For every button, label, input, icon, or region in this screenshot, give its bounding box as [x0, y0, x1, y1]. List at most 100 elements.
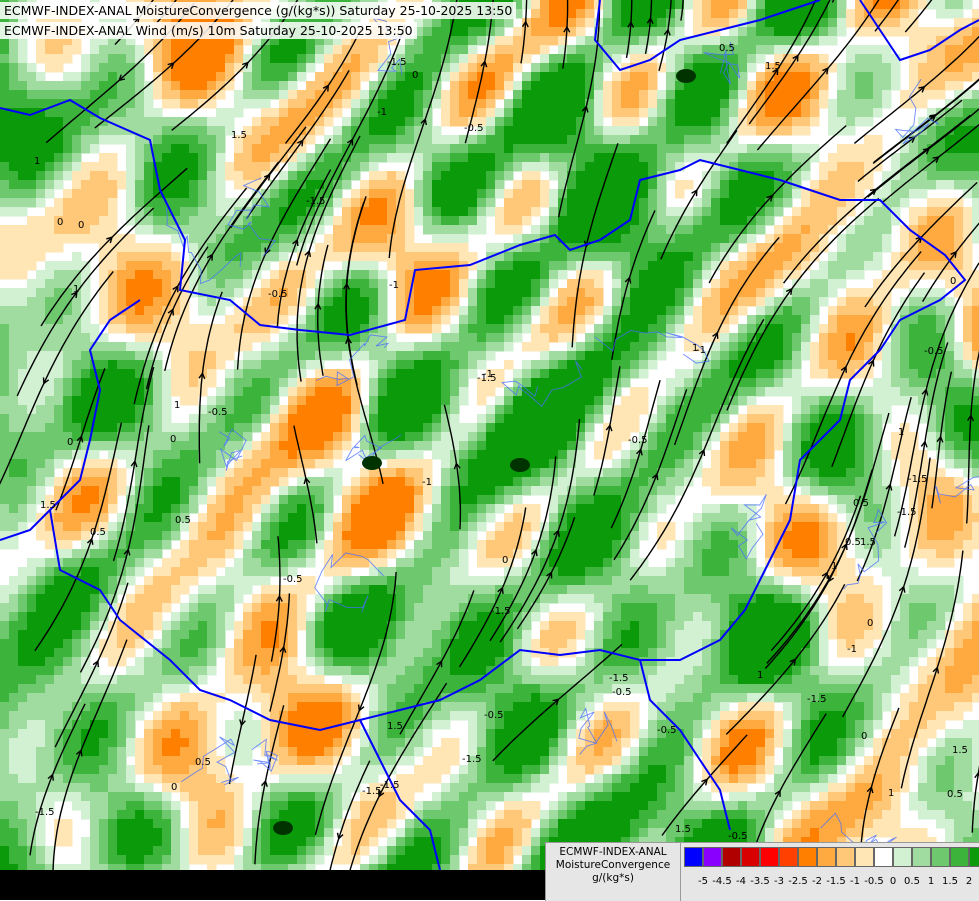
wind-title: ECMWF-INDEX-ANAL Wind (m/s) 10m Saturday… — [0, 22, 417, 39]
legend-title: ECMWF-INDEX-ANAL MoistureConvergence g/(… — [546, 843, 681, 901]
contour-label: -0.5 — [924, 346, 944, 357]
contour-label: 1 — [73, 284, 79, 295]
contour-label: 1 — [174, 400, 180, 411]
contour-label: 0 — [57, 217, 63, 228]
contour-label: -1 — [377, 107, 387, 118]
contour-label: -0.5 — [657, 725, 677, 736]
contour-label: 1 — [888, 788, 894, 799]
color-legend: ECMWF-INDEX-ANAL MoistureConvergence g/(… — [545, 842, 979, 901]
contour-label: -1.5 — [306, 196, 326, 207]
contour-label: 1.5 — [387, 721, 403, 732]
legend-tick-label: 0.5 — [904, 876, 920, 887]
legend-swatch — [741, 847, 760, 867]
contour-label: 1.5 — [231, 130, 247, 141]
moisture-convergence-fill — [0, 0, 979, 900]
convergence-maximum-marker — [362, 456, 382, 470]
contour-label: -1 — [847, 644, 857, 655]
contour-label: -1.5 — [491, 606, 511, 617]
contour-label: 0 — [67, 437, 73, 448]
contour-label: 0.5 — [719, 43, 735, 54]
contour-label: -0.5 — [268, 289, 288, 300]
contour-label: -0.5 — [628, 435, 648, 446]
contour-label: 0.5 — [90, 527, 106, 538]
legend-swatch — [969, 847, 979, 867]
contour-label: 0.5 — [195, 757, 211, 768]
legend-tick-label: -2 — [812, 876, 822, 887]
convergence-maximum-marker — [273, 821, 293, 835]
legend-tick-label: -3 — [774, 876, 784, 887]
contour-label: 0.5 — [947, 789, 963, 800]
contour-label: 0 — [171, 782, 177, 793]
contour-label: -1 — [389, 280, 399, 291]
contour-label: -1.5 — [477, 373, 497, 384]
contour-label: -0.5 — [283, 574, 303, 585]
contour-label: -1.5 — [362, 786, 382, 797]
contour-label: 1 — [757, 670, 763, 681]
legend-swatches — [684, 847, 979, 867]
legend-swatch — [931, 847, 950, 867]
contour-label: -0.5 — [484, 710, 504, 721]
legend-tick-label: -2.5 — [788, 876, 808, 887]
legend-swatch — [817, 847, 836, 867]
legend-swatch — [950, 847, 969, 867]
legend-swatch — [836, 847, 855, 867]
contour-label: 1.5 — [675, 824, 691, 835]
contour-label: -1.5 — [897, 507, 917, 518]
legend-tick-label: 2 — [966, 876, 972, 887]
legend-tick-label: 1.5 — [942, 876, 958, 887]
moisture-convergence-title: ECMWF-INDEX-ANAL MoistureConvergence (g/… — [0, 2, 516, 19]
legend-title-unit: g/(kg*s) — [546, 872, 680, 885]
contour-label: 0 — [78, 220, 84, 231]
convergence-maximum-marker — [510, 458, 530, 472]
contour-label: -1.5 — [380, 780, 400, 791]
legend-swatch — [779, 847, 798, 867]
legend-tick-label: -1.5 — [826, 876, 846, 887]
legend-swatch — [874, 847, 893, 867]
legend-tick-label: -0.5 — [864, 876, 884, 887]
legend-tick-label: -4 — [736, 876, 746, 887]
legend-swatch — [722, 847, 741, 867]
legend-tick-label: -1 — [850, 876, 860, 887]
legend-swatch — [703, 847, 722, 867]
contour-label: -1 — [696, 345, 706, 356]
contour-label: -1.5 — [807, 694, 827, 705]
contour-label: 1 — [898, 427, 904, 438]
contour-label: -1.5 — [462, 754, 482, 765]
contour-label: -0.5 — [464, 123, 484, 134]
contour-label: -1.5 — [35, 807, 55, 818]
contour-label: 1.5 — [765, 61, 781, 72]
legend-title-parameter: MoistureConvergence — [546, 859, 680, 872]
contour-label: -1.5 — [387, 57, 407, 68]
legend-tick-label: 0 — [890, 876, 896, 887]
legend-tick-label: 1 — [928, 876, 934, 887]
contour-label: -1.5 — [908, 474, 928, 485]
contour-label: 1.5 — [860, 537, 876, 548]
map-canvas: -0.5 0 0 1 -1 0 1 -1 -1.5 1.5 -1 1 -0.5 0 -0.5 -1.5 0 -0.… — [0, 0, 979, 900]
contour-label: 0 — [950, 276, 956, 287]
contour-label: 0 — [867, 618, 873, 629]
contour-label: -0.5 — [728, 831, 748, 842]
legend-swatch — [798, 847, 817, 867]
legend-swatch — [684, 847, 703, 867]
contour-label: 1 — [34, 156, 40, 167]
contour-label: 0.5 — [853, 498, 869, 509]
contour-label: 0 — [170, 434, 176, 445]
weather-map[interactable]: -0.5 0 0 1 -1 0 1 -1 -1.5 1.5 -1 1 -0.5 0 -0.5 -1.5 0 -0.… — [0, 0, 979, 900]
contour-label: -0.5 — [612, 687, 632, 698]
legend-tick-label: -3.5 — [750, 876, 770, 887]
contour-label: 0 — [861, 731, 867, 742]
legend-tick-label: -4.5 — [712, 876, 732, 887]
legend-title-model: ECMWF-INDEX-ANAL — [546, 846, 680, 859]
contour-label: -0.5 — [208, 407, 228, 418]
contour-label: 1.5 — [40, 500, 56, 511]
contour-label: -1 — [422, 477, 432, 488]
contour-label: 1.5 — [952, 745, 968, 756]
contour-label: 0.5 — [175, 515, 191, 526]
convergence-maximum-marker — [676, 69, 696, 83]
legend-swatch — [912, 847, 931, 867]
contour-label: 0 — [502, 555, 508, 566]
legend-tick-label: -5 — [698, 876, 708, 887]
contour-label: 1 — [831, 561, 837, 572]
contour-label: 0.5 — [845, 537, 861, 548]
contour-label: 0 — [412, 70, 418, 81]
